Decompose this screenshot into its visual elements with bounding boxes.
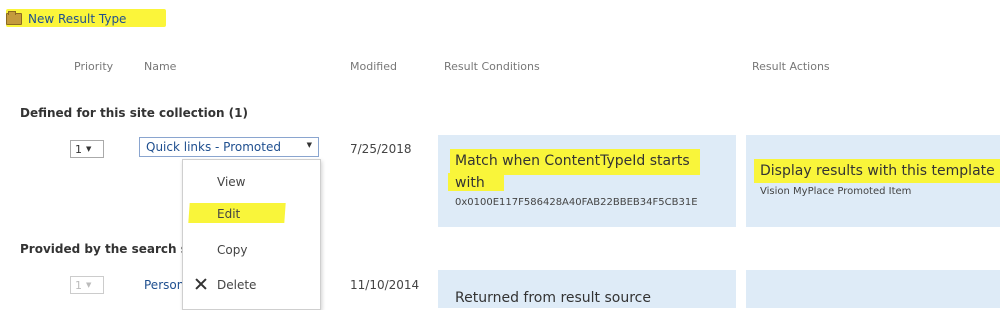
section-heading-search-service: Provided by the search se [20,242,196,256]
result-conditions-cell: Match when ContentTypeId starts with 0x0… [438,135,736,227]
menu-item-label: View [217,175,246,189]
priority-value: 1 [75,278,82,292]
section-heading-site-collection: Defined for this site collection (1) [20,106,248,120]
condition-text-line2: with [455,175,485,191]
delete-x-icon [195,278,207,290]
priority-select[interactable]: 1 ▼ [70,140,104,158]
result-type-name-dropdown[interactable]: Quick links - Promoted ▼ [139,137,319,157]
column-header-modified: Modified [350,60,397,73]
priority-value: 1 [75,142,82,156]
context-menu: View Edit Copy Delete [182,159,321,310]
action-title: Display results with this template [760,163,995,179]
menu-item-delete[interactable]: Delete [183,273,318,299]
menu-item-copy[interactable]: Copy [183,238,318,264]
chevron-down-icon: ▼ [86,145,92,153]
menu-item-label: Delete [217,278,257,292]
menu-item-label: Edit [217,207,241,221]
modified-date: 7/25/2018 [350,142,412,156]
condition-value: 0x0100E117F586428A40FAB22BBEB34F5CB31E [455,197,698,208]
chevron-down-icon: ▼ [86,281,92,289]
priority-select-disabled: 1 ▼ [70,276,104,294]
menu-item-edit[interactable]: Edit [183,202,318,228]
menu-item-label: Copy [217,243,248,257]
action-template-name: Vision MyPlace Promoted Item [760,186,912,197]
result-actions-cell [746,270,1000,308]
modified-date: 11/10/2014 [350,278,420,292]
column-header-priority: Priority [74,60,114,73]
menu-item-view[interactable]: View [183,170,318,196]
new-result-type-link[interactable]: New Result Type [6,8,166,30]
condition-text: Returned from result source [455,290,651,306]
result-type-name-link[interactable]: Person [144,278,184,292]
result-conditions-cell: Returned from result source [438,270,736,308]
column-header-actions: Result Actions [752,60,830,73]
condition-text-line1: Match when ContentTypeId starts [455,153,690,169]
column-header-name: Name [144,60,177,73]
new-folder-icon [6,11,22,25]
result-actions-cell: Display results with this template Visio… [746,135,1000,227]
result-type-name-link[interactable]: Quick links - Promoted [146,140,281,154]
chevron-down-icon[interactable]: ▼ [307,141,312,149]
column-header-conditions: Result Conditions [444,60,540,73]
new-result-type-label: New Result Type [28,12,127,26]
